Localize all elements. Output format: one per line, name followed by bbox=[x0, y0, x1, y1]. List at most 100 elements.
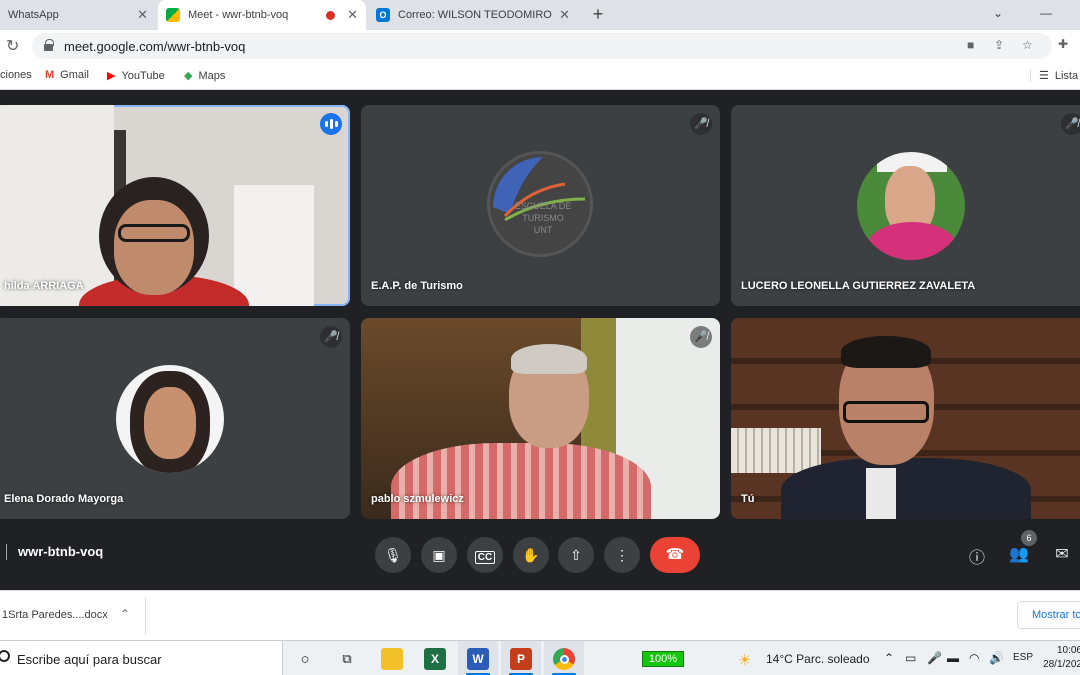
word-icon[interactable]: W bbox=[467, 648, 489, 670]
meeting-code: wwr-btnb-voq bbox=[18, 544, 104, 559]
youtube-icon: ▶ bbox=[107, 70, 116, 82]
battery-icon[interactable]: ▬ bbox=[947, 651, 959, 665]
chat-button[interactable]: ✉ bbox=[1051, 544, 1073, 564]
windows-taskbar: Escribe aquí para buscar ○ ⧉ X W P 100% … bbox=[0, 640, 1080, 675]
chrome-icon[interactable] bbox=[553, 648, 575, 670]
temperature: 14°C bbox=[766, 652, 793, 666]
reload-icon[interactable]: ↻ bbox=[6, 36, 19, 56]
video-background bbox=[0, 105, 114, 306]
clock[interactable]: 10:06 28/1/202 bbox=[1042, 644, 1080, 672]
meet-tray-icon[interactable]: ▭ bbox=[905, 651, 916, 665]
glasses bbox=[843, 401, 929, 423]
file-explorer-icon[interactable] bbox=[381, 648, 403, 670]
time: 10:06 bbox=[1056, 645, 1080, 656]
bookmark-youtube[interactable]: ▶ YouTube bbox=[107, 69, 165, 83]
meet-stage: hilda ARRIAGA ESCUELA DE TURISMO UNT 🎤̸ … bbox=[0, 90, 1080, 590]
meet-icon bbox=[166, 8, 180, 22]
mic-icon: 🎙 bbox=[384, 547, 402, 563]
taskbar-search[interactable]: Escribe aquí para buscar bbox=[0, 641, 283, 675]
bookmark-gmail[interactable]: M Gmail bbox=[45, 69, 89, 81]
chrome-center bbox=[559, 654, 569, 664]
participant-name: Elena Dorado Mayorga bbox=[4, 493, 124, 505]
participant-tile-elena[interactable]: 🎤̸ Elena Dorado Mayorga bbox=[0, 318, 350, 519]
tab-title: Meet - wwr-btnb-voq bbox=[188, 9, 289, 21]
meeting-info-button[interactable]: ⓘ bbox=[966, 544, 988, 568]
participant-tile-eap[interactable]: ESCUELA DE TURISMO UNT 🎤̸ E.A.P. de Turi… bbox=[361, 105, 720, 306]
excel-icon[interactable]: X bbox=[424, 648, 446, 670]
present-icon: ⇧ bbox=[570, 547, 582, 563]
glasses bbox=[118, 224, 190, 242]
participant-name: Tú bbox=[741, 493, 755, 505]
logo-text: ESCUELA DE TURISMO UNT bbox=[490, 200, 590, 236]
tab-search-icon[interactable]: ⌄ bbox=[993, 6, 1003, 20]
escuela-turismo-logo: ESCUELA DE TURISMO UNT bbox=[487, 151, 593, 257]
participant-tile-lucero[interactable]: 🎤̸ LUCERO LEONELLA GUTIERREZ ZAVALETA bbox=[731, 105, 1080, 306]
bookmark-label: Maps bbox=[198, 69, 226, 82]
close-icon[interactable]: ✕ bbox=[137, 7, 148, 23]
divider bbox=[6, 544, 7, 560]
participant-tile-self[interactable]: Tú bbox=[731, 318, 1080, 519]
volume-icon[interactable]: 🔊 bbox=[989, 651, 1004, 665]
weather-condition: Parc. soleado bbox=[796, 652, 870, 666]
avatar bbox=[116, 365, 224, 473]
wifi-icon[interactable]: ◠ bbox=[969, 651, 979, 665]
close-icon[interactable]: ✕ bbox=[559, 7, 570, 23]
tab-meet[interactable]: Meet - wwr-btnb-voq ✕ bbox=[158, 0, 366, 30]
shirt bbox=[866, 468, 896, 519]
mic-button[interactable]: 🎙 bbox=[375, 537, 411, 573]
participant-name: E.A.P. de Turismo bbox=[371, 280, 463, 292]
bookmark-label: ciones bbox=[0, 69, 32, 81]
more-icon: ⋮ bbox=[615, 547, 629, 563]
lock-icon[interactable] bbox=[44, 39, 54, 51]
mic-off-icon: 🎤̸ bbox=[690, 113, 712, 135]
bookmark-label: Gmail bbox=[60, 69, 89, 81]
more-options-button[interactable]: ⋮ bbox=[604, 537, 640, 573]
mic-off-icon: 🎤̸ bbox=[1061, 113, 1080, 135]
share-icon[interactable]: ⇪ bbox=[994, 38, 1004, 52]
cortana-icon[interactable]: ○ bbox=[294, 648, 316, 670]
new-tab-button[interactable]: + bbox=[587, 4, 609, 25]
person-hair bbox=[841, 336, 931, 368]
mic-off-icon: 🎤̸ bbox=[690, 326, 712, 348]
reading-list-icon: ☰ bbox=[1039, 70, 1049, 82]
participant-tile-pablo[interactable]: 🎤̸ pablo szmulewicz bbox=[361, 318, 720, 519]
people-button[interactable]: 👥 bbox=[1008, 544, 1030, 564]
microphone-icon[interactable]: 🎤 bbox=[927, 651, 942, 665]
download-item[interactable]: 1Srta Paredes....docx ⌃ bbox=[0, 597, 146, 635]
chevron-up-icon[interactable]: ⌃ bbox=[120, 607, 130, 621]
present-button[interactable]: ⇧ bbox=[558, 537, 594, 573]
camera-button[interactable]: ▣ bbox=[421, 537, 457, 573]
powerpoint-icon[interactable]: P bbox=[510, 648, 532, 670]
chat-icon: ✉ bbox=[1055, 546, 1069, 563]
participant-tile-hilda[interactable]: hilda ARRIAGA bbox=[0, 105, 350, 306]
speaking-indicator-icon bbox=[320, 113, 342, 135]
reading-list[interactable]: ☰ Lista bbox=[1030, 69, 1078, 82]
task-view-icon[interactable]: ⧉ bbox=[336, 648, 358, 670]
address-bar[interactable]: meet.google.com/wwr-btnb-voq ■ ⇪ ☆ bbox=[32, 33, 1052, 59]
close-icon[interactable]: ✕ bbox=[347, 7, 358, 23]
battery-indicator[interactable]: 100% bbox=[642, 651, 684, 667]
minimize-icon[interactable]: — bbox=[1040, 6, 1052, 20]
url-text[interactable]: meet.google.com/wwr-btnb-voq bbox=[64, 39, 245, 54]
weather-icon[interactable]: ☀ bbox=[738, 651, 751, 669]
bookmark-apps[interactable]: ciones bbox=[0, 69, 32, 81]
person-hair bbox=[511, 344, 587, 374]
extensions-icon[interactable]: ✚ bbox=[1058, 37, 1068, 51]
participant-name: pablo szmulewicz bbox=[371, 493, 464, 505]
bookmark-maps[interactable]: ◆ Maps bbox=[184, 69, 226, 83]
end-call-button[interactable]: ☎ bbox=[650, 537, 700, 573]
raise-hand-button[interactable]: ✋ bbox=[513, 537, 549, 573]
tab-whatsapp[interactable]: WhatsApp ✕ bbox=[0, 0, 156, 30]
tab-outlook[interactable]: O Correo: WILSON TEODOMIRO SA ✕ bbox=[368, 0, 578, 30]
captions-button[interactable]: CC bbox=[467, 537, 503, 573]
camera-icon[interactable]: ■ bbox=[967, 38, 974, 52]
show-all-button[interactable]: Mostrar to bbox=[1017, 601, 1080, 629]
reading-list-label: Lista bbox=[1054, 69, 1079, 82]
star-icon[interactable]: ☆ bbox=[1022, 38, 1033, 52]
recording-icon bbox=[326, 10, 336, 20]
chevron-up-icon[interactable]: ⌃ bbox=[884, 651, 894, 665]
avatar bbox=[857, 152, 965, 260]
language-indicator[interactable]: ESP bbox=[1013, 652, 1033, 663]
weather-widget[interactable]: 14°C Parc. soleado bbox=[766, 652, 870, 666]
logo-line: TURISMO bbox=[522, 213, 564, 223]
